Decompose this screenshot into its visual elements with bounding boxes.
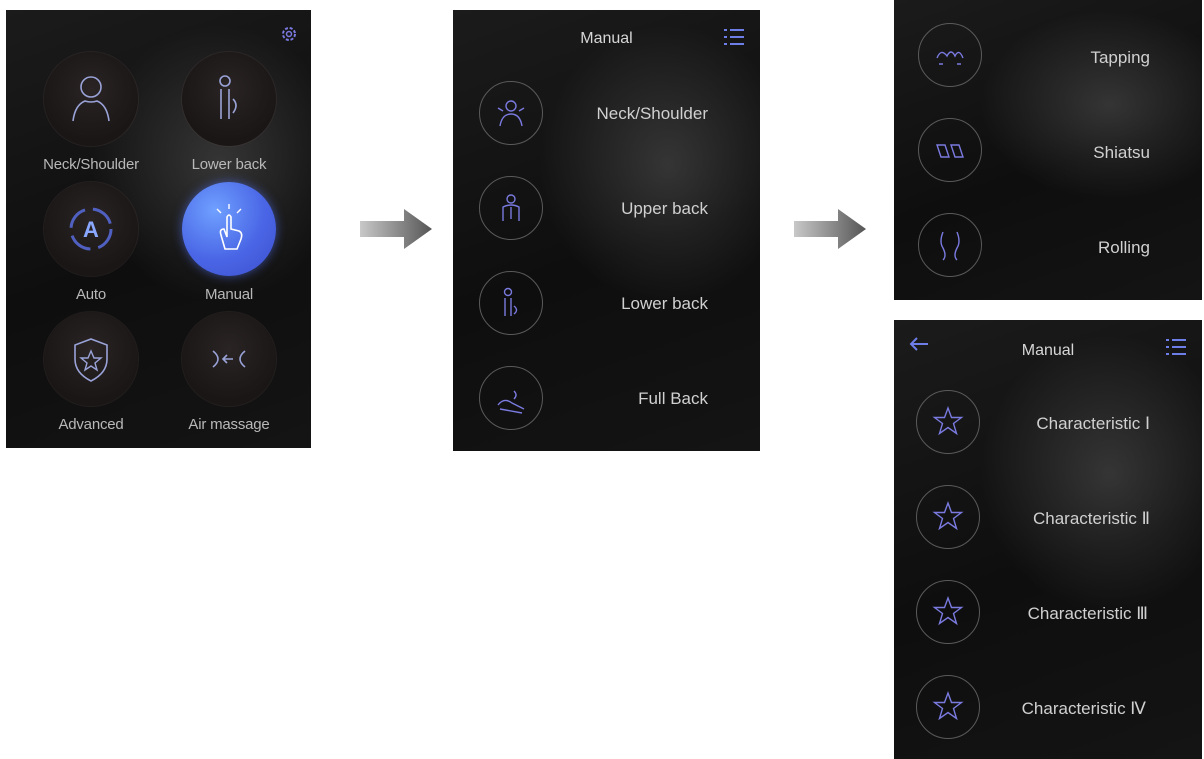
page-title: Manual [1021,342,1075,359]
list-item-label: Neck/Shoulder [596,104,708,123]
home-item-auto[interactable]: A Auto [16,182,166,312]
shield-star-icon [74,338,108,382]
rolling-icon [940,231,960,261]
list-item-characteristic-4[interactable]: Characteristic Ⅳ [894,671,1202,751]
list-item-characteristic-3[interactable]: Characteristic Ⅲ [894,576,1202,656]
hand-touch-icon [216,204,243,250]
tapping-icon [936,51,964,65]
list-item-lower-back[interactable]: Lower back [453,266,760,346]
lower-back-icon [503,287,518,316]
home-item-label: Auto [75,286,107,303]
home-item-label: Neck/Shoulder [43,156,139,173]
list-item-label: Characteristic Ⅲ [1027,604,1148,623]
home-item-manual[interactable]: Manual [154,182,304,312]
home-item-advanced[interactable]: Advanced [16,312,166,442]
neck-shoulder-icon [497,100,525,127]
list-item-label: Characteristic Ⅳ [1021,699,1146,718]
home-item-lower-back[interactable]: Lower back [154,52,304,182]
star-icon [932,595,964,626]
flow-arrow-icon [794,209,866,249]
page-title: Manual [580,30,633,47]
list-item-label: Characteristic Ⅱ [1032,509,1150,528]
list-item-shiatsu[interactable]: Shiatsu [894,115,1202,195]
list-item-full-back[interactable]: Full Back [453,361,760,441]
head-shoulder-icon [72,76,110,122]
list-menu-icon[interactable] [724,26,744,48]
upper-back-icon [502,194,520,221]
list-item-tapping[interactable]: Tapping [894,20,1202,100]
flow-arrow-icon [360,209,432,249]
star-icon [932,690,964,721]
list-item-label: Full Back [638,389,708,408]
list-item-label: Shiatsu [1093,143,1150,162]
list-item-upper-back[interactable]: Upper back [453,171,760,251]
auto-badge: A [83,217,99,242]
shiatsu-icon [936,144,964,158]
home-item-label: Manual [205,286,253,303]
star-icon [932,500,964,531]
lower-back-icon [219,75,237,119]
home-item-label: Lower back [191,156,267,173]
air-massage-icon [212,350,246,368]
home-item-label: Advanced [58,416,124,433]
manual-screen: Manual Neck/Shoulder Upper back Lower ba… [453,10,760,451]
star-icon [932,405,964,436]
auto-icon: A [69,207,113,251]
list-item-label: Tapping [1090,48,1150,67]
list-item-rolling[interactable]: Rolling [894,210,1202,290]
home-item-air-massage[interactable]: Air massage [154,312,304,442]
home-item-neck-shoulder[interactable]: Neck/Shoulder [16,52,166,182]
list-item-label: Characteristic Ⅰ [1036,414,1150,433]
characteristics-screen: Manual Characteristic Ⅰ Characteristic Ⅱ… [894,320,1202,759]
full-back-icon [497,390,525,414]
home-item-label: Air massage [188,416,270,433]
techniques-screen: Tapping Shiatsu Rolling [894,0,1202,300]
list-item-characteristic-2[interactable]: Characteristic Ⅱ [894,481,1202,561]
list-item-label: Upper back [621,199,708,218]
list-item-neck-shoulder[interactable]: Neck/Shoulder [453,76,760,156]
list-item-label: Rolling [1098,238,1150,257]
list-menu-icon[interactable] [1166,336,1186,358]
list-item-characteristic-1[interactable]: Characteristic Ⅰ [894,386,1202,466]
gear-icon[interactable] [279,24,299,44]
list-item-label: Lower back [621,294,708,313]
home-screen: Neck/Shoulder Lower back A Auto Manual A… [6,10,311,448]
